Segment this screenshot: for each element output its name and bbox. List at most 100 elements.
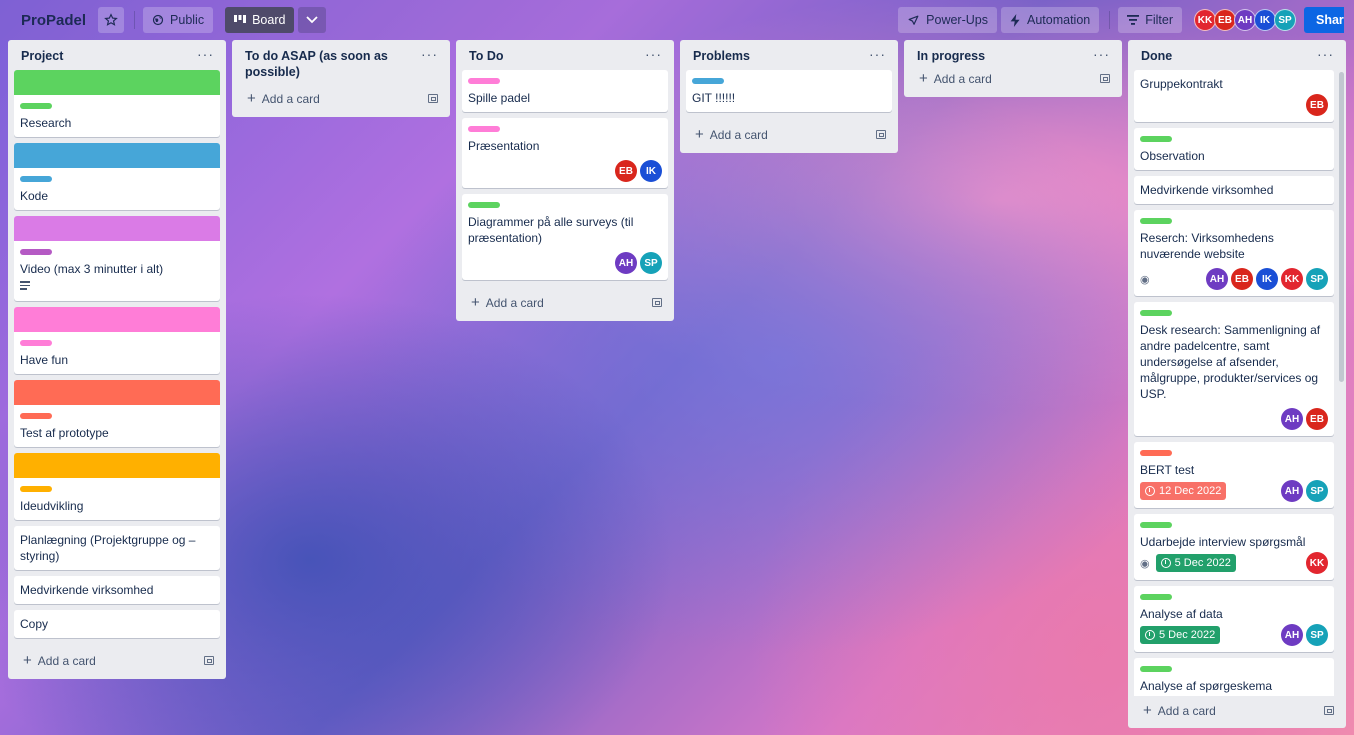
card[interactable]: Analyse af spørgeskema [1134,658,1334,696]
list-title[interactable]: Done [1141,48,1311,64]
avatar[interactable]: SP [640,252,662,274]
list-menu-button[interactable]: ··· [869,47,886,61]
card[interactable]: Præsentation EB IK [462,118,668,188]
card-label[interactable] [1140,218,1172,224]
card[interactable]: BERT test 12 Dec 2022 AH SP [1134,442,1334,508]
avatar[interactable]: EB [1214,9,1236,31]
automation-button[interactable]: Automation [1000,7,1100,33]
avatar[interactable]: EB [1306,408,1328,430]
card-label[interactable] [468,126,500,132]
card-template-icon[interactable] [428,94,438,103]
list-menu-button[interactable]: ··· [1317,47,1334,61]
card-label[interactable] [1140,594,1172,600]
card-label[interactable] [1140,310,1172,316]
card[interactable]: Medvirkende virksomhed [14,575,220,604]
avatar[interactable]: IK [1256,268,1278,290]
card[interactable]: Research [14,70,220,137]
avatar[interactable]: IK [640,160,662,182]
card-label[interactable] [1140,666,1172,672]
board-title[interactable]: ProPadel [21,12,86,29]
card-label[interactable] [20,339,52,346]
card-label[interactable] [692,78,724,84]
avatar[interactable]: SP [1306,268,1328,290]
watching-icon: ◉ [1140,273,1150,286]
list-title[interactable]: Project [21,48,191,64]
card-template-icon[interactable] [204,655,214,665]
due-date-badge[interactable]: 5 Dec 2022 [1155,554,1236,572]
card-template-icon[interactable] [876,130,886,139]
list-title[interactable]: To Do [469,48,639,64]
list-menu-button[interactable]: ··· [645,47,662,61]
due-date-badge[interactable]: 5 Dec 2022 [1140,626,1221,644]
add-card-button[interactable]: + Add a card [1134,696,1340,728]
card[interactable]: Observation [1134,128,1334,170]
card[interactable]: Test af prototype [14,379,220,447]
avatar[interactable]: EB [615,160,637,182]
powerups-button[interactable]: Power-Ups [898,7,997,33]
avatar[interactable]: AH [1234,9,1256,31]
card-label[interactable] [468,202,500,208]
list-title[interactable]: Problems [693,48,863,64]
share-button[interactable]: Share [1304,7,1344,33]
view-switcher-button[interactable] [298,7,327,33]
list-title[interactable]: To do ASAP (as soon as possible) [245,48,415,80]
card[interactable]: Reserch: Virksomhedens nuværende website… [1134,210,1334,296]
card[interactable]: Spille padel [462,70,668,112]
card[interactable]: Desk research: Sammenligning af andre pa… [1134,302,1334,436]
list-menu-button[interactable]: ··· [421,47,438,61]
avatar[interactable]: KK [1194,9,1216,31]
add-card-button[interactable]: + Add a card [238,86,444,117]
card[interactable]: Diagrammer på alle surveys (til præsenta… [462,194,668,280]
list-scrollbar[interactable] [1339,72,1344,382]
avatar[interactable]: SP [1306,624,1328,646]
avatar[interactable]: KK [1281,268,1303,290]
card[interactable]: Kode [14,143,220,210]
card-label[interactable] [20,176,52,182]
visibility-button[interactable]: Public [143,7,214,33]
card[interactable]: Gruppekontrakt EB [1134,70,1334,122]
card-template-icon[interactable] [1324,706,1334,715]
avatar[interactable]: AH [1281,624,1303,646]
card-template-icon[interactable] [1100,74,1110,83]
avatar[interactable]: SP [1274,9,1296,31]
board-view-button[interactable]: Board [225,7,295,33]
add-card-button[interactable]: + Add a card [910,70,1116,97]
list-header: In progress ··· [910,40,1116,70]
star-button[interactable] [98,7,125,33]
card[interactable]: GIT !!!!!! [686,70,892,112]
card[interactable]: Medvirkende virksomhed [1134,176,1334,204]
due-date-badge[interactable]: 12 Dec 2022 [1140,482,1227,500]
avatar[interactable]: AH [615,252,637,274]
card[interactable]: Have fun [14,306,220,374]
list-title[interactable]: In progress [917,48,1087,64]
card[interactable]: Planlægning (Projektgruppe og – styring) [14,525,220,570]
avatar[interactable]: SP [1306,480,1328,502]
avatar[interactable]: KK [1306,552,1328,574]
card-label[interactable] [468,78,500,84]
avatar[interactable]: IK [1254,9,1276,31]
card-label[interactable] [20,412,52,419]
filter-button[interactable]: Filter [1118,7,1182,33]
add-card-button[interactable]: + Add a card [14,644,220,679]
card-label[interactable] [20,249,52,255]
card[interactable]: Video (max 3 minutter i alt) [14,216,220,301]
list-menu-button[interactable]: ··· [197,47,214,61]
avatar[interactable]: AH [1206,268,1228,290]
card-label[interactable] [1140,136,1172,142]
avatar[interactable]: EB [1306,94,1328,116]
card-label[interactable] [20,485,52,492]
card-label[interactable] [20,103,52,109]
add-card-button[interactable]: + Add a card [686,118,892,153]
add-card-button[interactable]: + Add a card [462,286,668,321]
avatar[interactable]: EB [1231,268,1253,290]
card-label[interactable] [1140,522,1172,528]
card[interactable]: Udarbejde interview spørgsmål ◉ 5 Dec 20… [1134,514,1334,580]
list-menu-button[interactable]: ··· [1093,47,1110,61]
card[interactable]: Analyse af data 5 Dec 2022 AH SP [1134,586,1334,652]
avatar[interactable]: AH [1281,480,1303,502]
card[interactable]: Ideudvikling [14,452,220,520]
card-template-icon[interactable] [652,298,662,307]
avatar[interactable]: AH [1281,408,1303,430]
card-label[interactable] [1140,450,1172,456]
card[interactable]: Copy [14,609,220,638]
